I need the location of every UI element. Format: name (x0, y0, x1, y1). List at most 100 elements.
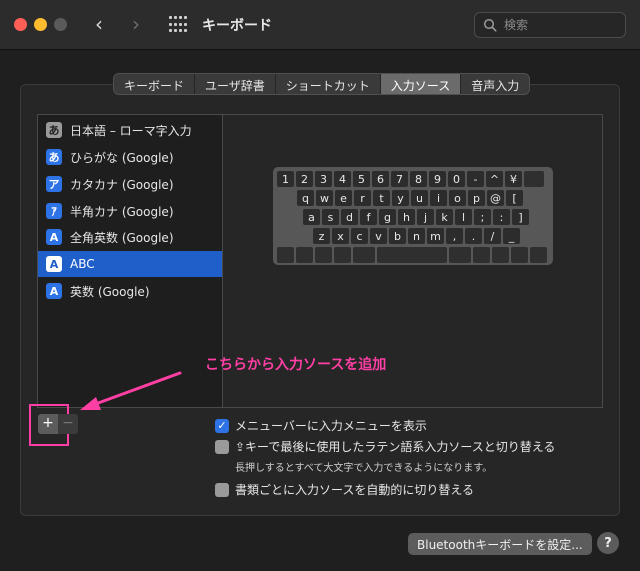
checkbox-unchecked[interactable] (215, 482, 229, 497)
keyboard-key: _ (503, 228, 520, 244)
checkbox-unchecked[interactable] (215, 439, 229, 454)
option-note: 長押しするとすべて大文字で入力できるようになります。 (235, 463, 493, 474)
source-label: 半角カナ (Google) (70, 204, 174, 219)
keyboard-key: q (297, 190, 314, 206)
show-all-grid-icon[interactable] (169, 16, 187, 34)
list-item[interactable]: A 全角英数 (Google) (38, 224, 222, 250)
list-item[interactable]: あ 日本語 – ローマ字入力 (38, 117, 222, 143)
option-auto-switch-per-document[interactable]: 書類ごとに入力ソースを自動的に切り替える (215, 481, 474, 498)
key-row (277, 247, 549, 263)
tab-keyboard[interactable]: キーボード (114, 74, 196, 94)
latin-a-icon: A (46, 283, 62, 299)
keyboard-key: [ (506, 190, 523, 206)
latin-a-icon: A (46, 256, 62, 272)
keyboard-key: l (455, 209, 472, 225)
help-icon[interactable]: ? (597, 532, 619, 554)
add-remove-buttons: + − (38, 414, 78, 434)
keyboard-key: , (446, 228, 463, 244)
minimize-window-button[interactable] (34, 18, 47, 31)
keyboard-key: x (332, 228, 349, 244)
tab-shortcuts[interactable]: ショートカット (276, 74, 381, 94)
tab-user-dictionary[interactable]: ユーザ辞書 (195, 74, 276, 94)
keyboard-key: a (303, 209, 320, 225)
keyboard-key: z (313, 228, 330, 244)
close-window-button[interactable] (14, 18, 27, 31)
keyboard-key: p (468, 190, 485, 206)
keyboard-key: 5 (353, 171, 370, 187)
keyboard-key: y (392, 190, 409, 206)
keyboard-key: . (465, 228, 482, 244)
option-label: メニューバーに入力メニューを表示 (235, 419, 427, 433)
key-row: q w e r t y u i o p @[ (297, 190, 525, 206)
delete-key (524, 171, 544, 187)
keyboard-key: u (411, 190, 428, 206)
keyboard-key: s (322, 209, 339, 225)
forward-chevron-icon[interactable]: › (132, 12, 140, 36)
latin-a-icon: A (46, 229, 62, 245)
list-item-selected[interactable]: A ABC (38, 251, 222, 277)
keyboard-key: k (436, 209, 453, 225)
keyboard-key: : (493, 209, 510, 225)
keyboard-key: - (467, 171, 484, 187)
annotation-text: こちらから入力ソースを追加 (205, 357, 387, 373)
list-item[interactable]: あ ひらがな (Google) (38, 144, 222, 170)
checkmark-icon[interactable]: ✓ (215, 418, 229, 433)
list-item[interactable]: A 英数 (Google) (38, 278, 222, 304)
tab-bar: キーボード ユーザ辞書 ショートカット 入力ソース 音声入力 (113, 73, 531, 95)
remove-source-button[interactable]: − (58, 414, 78, 434)
key-row: z x c v b n m,. / _ (313, 228, 522, 244)
keyboard-key: e (335, 190, 352, 206)
keyboard-key: 6 (372, 171, 389, 187)
keyboard-key: h (398, 209, 415, 225)
keyboard-key: ; (474, 209, 491, 225)
option-label: ⇪キーで最後に使用したラテン語系入力ソースと切り替える (235, 440, 556, 454)
keyboard-key: g (379, 209, 396, 225)
tab-dictation[interactable]: 音声入力 (461, 74, 529, 94)
list-item[interactable]: ア カタカナ (Google) (38, 171, 222, 197)
keyboard-key: f (360, 209, 377, 225)
keyboard-layout-preview: 1 2 3 4 5 6 7 8 9 0- ^ ¥ q w e r t y u i o p @[ a s d f g h j k l;:] … (273, 167, 553, 265)
keyboard-key: b (389, 228, 406, 244)
hiragana-icon: あ (46, 149, 62, 165)
option-label: 書類ごとに入力ソースを自動的に切り替える (235, 483, 475, 497)
keyboard-key: r (354, 190, 371, 206)
source-label: カタカナ (Google) (70, 177, 174, 192)
keyboard-key: d (341, 209, 358, 225)
keyboard-key: 1 (277, 171, 294, 187)
list-item[interactable]: ｱ 半角カナ (Google) (38, 198, 222, 224)
input-source-list[interactable]: あ 日本語 – ローマ字入力 あ ひらがな (Google) ア カタカナ (G… (37, 114, 223, 408)
keyboard-key: i (430, 190, 447, 206)
search-icon (483, 18, 497, 32)
back-chevron-icon[interactable]: ‹ (95, 12, 103, 36)
keyboard-key: v (370, 228, 387, 244)
title-bar: ‹ › キーボード (0, 0, 640, 50)
tab-input-sources[interactable]: 入力ソース (380, 74, 462, 94)
keyboard-key: t (373, 190, 390, 206)
keyboard-key: o (449, 190, 466, 206)
source-label: 英数 (Google) (70, 284, 150, 299)
source-label: 日本語 – ローマ字入力 (70, 123, 192, 138)
annotation-arrow-icon (80, 371, 182, 410)
source-label: ABC (70, 257, 95, 271)
keyboard-key: 0 (448, 171, 465, 187)
keyboard-key: @ (487, 190, 504, 206)
hiragana-icon: あ (46, 122, 62, 138)
setup-bluetooth-keyboard-button[interactable]: Bluetoothキーボードを設定... (408, 533, 592, 555)
keyboard-key: 7 (391, 171, 408, 187)
source-label: 全角英数 (Google) (70, 230, 174, 245)
window-title: キーボード (202, 18, 272, 34)
zoom-window-button[interactable] (54, 18, 67, 31)
add-source-button[interactable]: + (38, 414, 58, 434)
katakana-icon: ア (46, 176, 62, 192)
keyboard-key: 2 (296, 171, 313, 187)
keyboard-key: 8 (410, 171, 427, 187)
keyboard-key: ^ (486, 171, 503, 187)
search-input[interactable] (504, 18, 614, 32)
key-row: a s d f g h j k l;:] (303, 209, 531, 225)
option-show-input-menu[interactable]: ✓ メニューバーに入力メニューを表示 (215, 417, 427, 434)
search-field[interactable] (474, 12, 626, 38)
keyboard-key: n (408, 228, 425, 244)
keyboard-key: / (484, 228, 501, 244)
keyboard-key: ] (512, 209, 529, 225)
option-caps-lock-switch[interactable]: ⇪キーで最後に使用したラテン語系入力ソースと切り替える (215, 438, 555, 455)
